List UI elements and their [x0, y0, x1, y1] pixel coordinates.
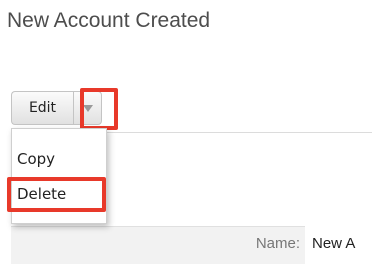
name-field-value: New A [312, 235, 356, 252]
edit-button[interactable]: Edit [11, 91, 73, 125]
dropdown-toggle-highlight [80, 88, 118, 130]
menu-item-copy[interactable]: Copy [17, 150, 55, 168]
name-field-label: Name: [255, 235, 300, 252]
name-field-value-cell: New A [305, 226, 372, 264]
page-title: New Account Created [7, 9, 211, 32]
delete-highlight [7, 177, 106, 212]
panel-divider [106, 132, 372, 133]
